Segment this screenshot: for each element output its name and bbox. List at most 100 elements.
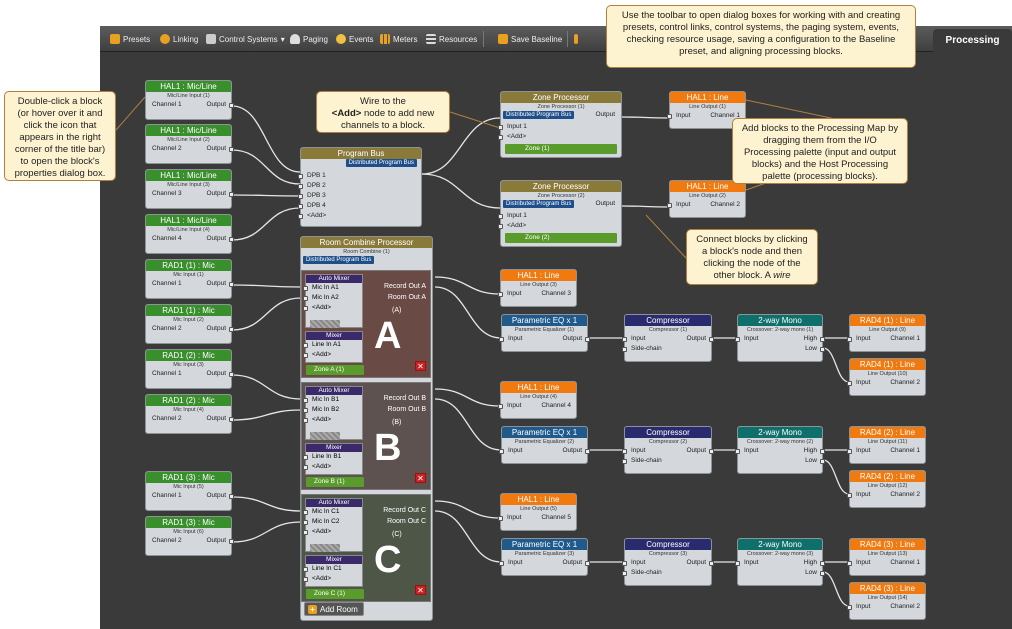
input-node[interactable] bbox=[498, 224, 503, 229]
input-block[interactable]: RAD1 (3) : Mic Mic Input (5) Channel 1 Outp… bbox=[145, 471, 234, 511]
input-node[interactable] bbox=[667, 114, 672, 119]
output-node[interactable] bbox=[229, 539, 234, 544]
output-node[interactable] bbox=[709, 337, 714, 342]
output-node[interactable] bbox=[585, 337, 590, 342]
output-node[interactable] bbox=[820, 571, 825, 576]
input-node[interactable] bbox=[498, 135, 503, 140]
output-node[interactable] bbox=[585, 449, 590, 454]
input-node[interactable] bbox=[622, 347, 627, 352]
input-node[interactable] bbox=[298, 194, 303, 199]
close-icon[interactable]: ✕ bbox=[415, 361, 426, 371]
input-node[interactable] bbox=[847, 561, 852, 566]
output-node[interactable] bbox=[229, 417, 234, 422]
crossover-block[interactable]: 2-way Mono Crossover: 2-way mono (1) Input… bbox=[735, 314, 825, 362]
presets-button[interactable]: Presets bbox=[110, 31, 150, 47]
add-room-button[interactable]: + Add Room bbox=[304, 602, 364, 616]
input-node[interactable] bbox=[303, 408, 308, 413]
input-node[interactable] bbox=[499, 337, 504, 342]
input-node[interactable] bbox=[498, 125, 503, 130]
output-node[interactable] bbox=[229, 237, 234, 242]
input-block[interactable]: HAL1 : Mic/Line Mic/Line Input (4) Channel… bbox=[145, 214, 234, 254]
output-node[interactable] bbox=[229, 103, 234, 108]
input-node[interactable] bbox=[303, 567, 308, 572]
save-baseline-button[interactable]: Save Baseline bbox=[498, 31, 562, 47]
paging-button[interactable]: Paging bbox=[290, 31, 328, 47]
output-node[interactable] bbox=[229, 147, 234, 152]
input-node[interactable] bbox=[303, 577, 308, 582]
input-block[interactable]: HAL1 : Mic/Line Mic/Line Input (3) Channel… bbox=[145, 169, 234, 209]
room-c[interactable]: Auto Mixer Mic In C1 Mic In C2 <Add> Mixer Li… bbox=[301, 494, 431, 602]
output-node[interactable] bbox=[229, 192, 234, 197]
input-node[interactable] bbox=[303, 398, 308, 403]
input-node[interactable] bbox=[303, 353, 308, 358]
input-block[interactable]: HAL1 : Mic/Line Mic/Line Input (1) Channel… bbox=[145, 80, 234, 120]
input-node[interactable] bbox=[735, 561, 740, 566]
resources-button[interactable]: Resources bbox=[426, 31, 477, 47]
input-node[interactable] bbox=[735, 337, 740, 342]
input-node[interactable] bbox=[847, 381, 852, 386]
input-node[interactable] bbox=[622, 571, 627, 576]
output-node[interactable] bbox=[709, 561, 714, 566]
output-node[interactable] bbox=[820, 459, 825, 464]
input-node[interactable] bbox=[622, 449, 627, 454]
input-node[interactable] bbox=[303, 418, 308, 423]
output-node[interactable] bbox=[229, 372, 234, 377]
input-node[interactable] bbox=[499, 449, 504, 454]
output-block[interactable]: HAL1 : Line Line Output (2) Input Channel 2 bbox=[667, 180, 746, 218]
input-node[interactable] bbox=[303, 306, 308, 311]
input-node[interactable] bbox=[622, 561, 627, 566]
output-node[interactable] bbox=[820, 337, 825, 342]
output-node[interactable] bbox=[820, 347, 825, 352]
output-node[interactable] bbox=[820, 561, 825, 566]
mixer-block[interactable]: Mixer Line In A1 <Add> bbox=[303, 331, 363, 363]
input-node[interactable] bbox=[498, 292, 503, 297]
input-node[interactable] bbox=[303, 520, 308, 525]
input-node[interactable] bbox=[303, 455, 308, 460]
input-node[interactable] bbox=[622, 337, 627, 342]
auto-mixer-block[interactable]: Auto Mixer Mic In B1 Mic In B2 <Add> bbox=[303, 386, 363, 440]
output-block[interactable]: RAD4 (3) : Line Line Output (13) Input Chan… bbox=[847, 538, 926, 576]
input-node[interactable] bbox=[298, 174, 303, 179]
record-output-block[interactable]: HAL1 : Line Line Output (5) Input Channel 5 bbox=[498, 493, 577, 531]
input-block[interactable]: RAD1 (1) : Mic Mic Input (2) Channel 2 Outp… bbox=[145, 304, 234, 344]
input-node[interactable] bbox=[847, 337, 852, 342]
compressor-block[interactable]: Compressor Compressor (3) Input Output Side-… bbox=[622, 538, 714, 586]
input-node[interactable] bbox=[498, 516, 503, 521]
input-node[interactable] bbox=[298, 204, 303, 209]
mixer-block[interactable]: Mixer Line In C1 <Add> bbox=[303, 555, 363, 587]
input-node[interactable] bbox=[622, 459, 627, 464]
output-block[interactable]: RAD4 (2) : Line Line Output (12) Input Chan… bbox=[847, 470, 926, 508]
record-output-block[interactable]: HAL1 : Line Line Output (3) Input Channel 3 bbox=[498, 269, 577, 307]
input-node[interactable] bbox=[303, 530, 308, 535]
input-node[interactable] bbox=[303, 510, 308, 515]
input-node[interactable] bbox=[499, 561, 504, 566]
compressor-block[interactable]: Compressor Compressor (1) Input Output Side-… bbox=[622, 314, 714, 362]
input-block[interactable]: RAD1 (2) : Mic Mic Input (3) Channel 1 Outp… bbox=[145, 349, 234, 389]
input-node[interactable] bbox=[847, 605, 852, 610]
meters-button[interactable]: Meters bbox=[380, 31, 417, 47]
linking-button[interactable]: Linking bbox=[160, 31, 198, 47]
input-node[interactable] bbox=[298, 214, 303, 219]
input-node[interactable] bbox=[303, 286, 308, 291]
output-node[interactable] bbox=[709, 449, 714, 454]
output-block[interactable]: RAD4 (3) : Line Line Output (14) Input Chan… bbox=[847, 582, 926, 620]
input-block[interactable]: RAD1 (3) : Mic Mic Input (6) Channel 2 Outp… bbox=[145, 516, 234, 556]
eq-block[interactable]: Parametric EQ x 1 Parametric Equalizer (3… bbox=[499, 538, 590, 576]
room-b[interactable]: Auto Mixer Mic In B1 Mic In B2 <Add> Mixer Li… bbox=[301, 382, 431, 490]
input-node[interactable] bbox=[298, 184, 303, 189]
output-node[interactable] bbox=[229, 327, 234, 332]
output-block[interactable]: RAD4 (2) : Line Line Output (11) Input Chan… bbox=[847, 426, 926, 464]
compressor-block[interactable]: Compressor Compressor (2) Input Output Side-… bbox=[622, 426, 714, 474]
room-a[interactable]: Auto Mixer Mic In A1 Mic In A2 <Add> Mixer Li… bbox=[301, 270, 431, 378]
close-icon[interactable]: ✕ bbox=[415, 585, 426, 595]
input-block[interactable]: HAL1 : Mic/Line Mic/Line Input (2) Channel… bbox=[145, 124, 234, 164]
zone-processor-block[interactable]: Zone Processor Zone Processor (2) Distribu… bbox=[498, 180, 622, 247]
input-node[interactable] bbox=[735, 449, 740, 454]
output-node[interactable] bbox=[229, 282, 234, 287]
input-node[interactable] bbox=[847, 493, 852, 498]
input-node[interactable] bbox=[847, 449, 852, 454]
crossover-block[interactable]: 2-way Mono Crossover: 2-way mono (3) Input… bbox=[735, 538, 825, 586]
input-node[interactable] bbox=[303, 296, 308, 301]
mixer-block[interactable]: Mixer Line In B1 <Add> bbox=[303, 443, 363, 475]
close-icon[interactable]: ✕ bbox=[415, 473, 426, 483]
